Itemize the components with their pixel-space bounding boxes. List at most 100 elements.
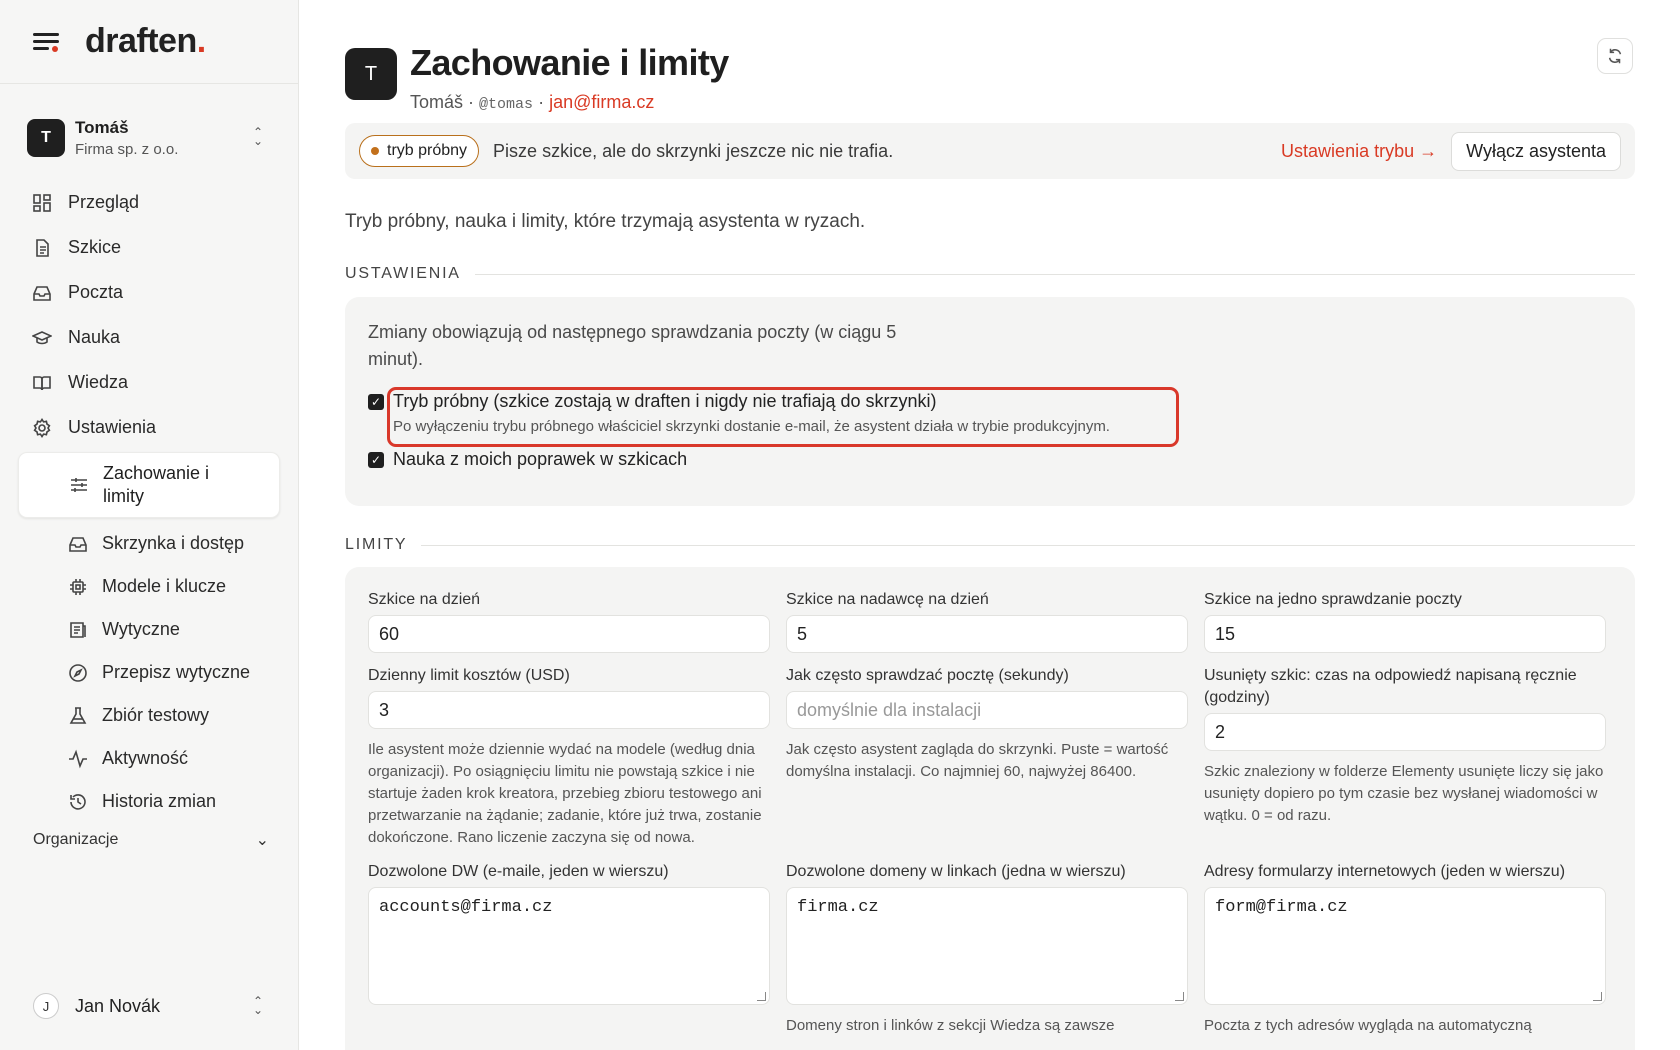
book-icon bbox=[33, 375, 51, 390]
status-dot-icon bbox=[371, 147, 379, 155]
graduation-cap-icon bbox=[32, 330, 52, 344]
limits-card: Szkice na dzień 60 Szkice na nadawcę na … bbox=[345, 567, 1635, 1050]
sidebar-subitem-historia-zmian[interactable]: Historia zmian bbox=[18, 780, 280, 823]
brand-bar: draften. bbox=[0, 0, 298, 84]
sidebar-item-przeglad[interactable]: Przegląd bbox=[18, 180, 280, 225]
account-avatar: T bbox=[27, 119, 65, 157]
sliders-icon bbox=[71, 478, 87, 492]
drafts-per-day-input[interactable]: 60 bbox=[368, 615, 770, 653]
avatar: T bbox=[345, 48, 397, 100]
sidebar-item-nauka[interactable]: Nauka bbox=[18, 315, 280, 360]
page-header: T Zachowanie i limity Tomáš · @tomas · j… bbox=[345, 42, 729, 113]
sidebar-item-label: Poczta bbox=[68, 282, 124, 302]
sidebar-item-szkice[interactable]: Szkice bbox=[18, 225, 280, 270]
field-label: Adresy formularzy internetowych (jeden w… bbox=[1204, 863, 1566, 880]
allowed-cc-textarea[interactable]: accounts@firma.cz bbox=[368, 887, 770, 1005]
page-subtitle: Tomáš · @tomas · jan@firma.cz bbox=[410, 92, 655, 113]
account-name: Tomáš bbox=[75, 118, 129, 137]
cost-limit-field: Dzienny limit kosztów (USD) 3 Ile asyste… bbox=[368, 665, 770, 849]
cost-limit-input[interactable]: 3 bbox=[368, 691, 770, 729]
sidebar-item-label: Aktywność bbox=[102, 748, 189, 768]
avatar: J bbox=[33, 993, 59, 1019]
sidebar-nav: Przegląd Szkice Poczta Nauka Wiedza Usta… bbox=[18, 180, 280, 823]
dashboard-icon bbox=[33, 193, 51, 212]
disable-assistant-button[interactable]: Wyłącz asystenta bbox=[1451, 131, 1621, 171]
field-label: Szkice na jedno sprawdzanie poczty bbox=[1204, 591, 1462, 608]
chip-icon bbox=[70, 578, 86, 595]
allowed-domains-textarea[interactable]: firma.cz bbox=[786, 887, 1188, 1005]
drafts-per-check-input[interactable]: 15 bbox=[1204, 615, 1606, 653]
sidebar-item-label: Przegląd bbox=[68, 192, 140, 212]
field-label: Szkice na dzień bbox=[368, 591, 481, 608]
logo[interactable]: draften. bbox=[85, 22, 206, 61]
user-menu[interactable]: J Jan Novák ⌃ ⌄ bbox=[33, 993, 269, 1019]
chevron-down-icon: ⌄ bbox=[255, 832, 269, 849]
sidebar-item-label: Wiedza bbox=[68, 372, 129, 392]
sidebar-subitem-modele-i-klucze[interactable]: Modele i klucze bbox=[18, 565, 280, 608]
form-addresses-help: Poczta z tych adresów wygląda na automat… bbox=[1204, 1017, 1532, 1034]
sidebar-item-wiedza[interactable]: Wiedza bbox=[18, 360, 280, 405]
form-addresses-textarea[interactable]: form@firma.cz bbox=[1204, 887, 1606, 1005]
field-label: Usunięty szkic: czas na odpowiedź napisa… bbox=[1204, 667, 1577, 706]
dry-run-option[interactable]: ✓ Tryb próbny (szkice zostają w draften … bbox=[368, 391, 1612, 435]
sidebar-item-label: Zachowanie i limity bbox=[103, 463, 210, 506]
chevron-up-down-icon: ⌃ ⌄ bbox=[252, 994, 263, 1017]
account-org: Firma sp. z o.o. bbox=[75, 141, 179, 158]
compass-icon bbox=[69, 663, 87, 682]
drafts-per-check-field: Szkice na jedno sprawdzanie poczty 15 bbox=[1204, 589, 1606, 653]
sidebar-item-label: Wytyczne bbox=[102, 619, 180, 639]
learning-checkbox[interactable]: ✓ bbox=[368, 452, 384, 468]
history-icon bbox=[70, 793, 86, 810]
dry-run-help: Po wyłączeniu trybu próbnego właściciel … bbox=[393, 418, 1110, 435]
dry-run-checkbox[interactable]: ✓ bbox=[368, 394, 384, 410]
sidebar-item-label: Ustawienia bbox=[68, 417, 157, 437]
sidebar-subitem-zachowanie-i-limity[interactable]: Zachowanie i limity bbox=[18, 452, 280, 518]
sidebar: draften. T Tomáš Firma sp. z o.o. ⌃ ⌄ Prz… bbox=[0, 0, 299, 1050]
sidebar-item-label: Nauka bbox=[68, 327, 121, 347]
field-label: Dzienny limit kosztów (USD) bbox=[368, 667, 570, 684]
settings-card: Zmiany obowiązują od następnego sprawdza… bbox=[345, 297, 1635, 506]
drafts-per-sender-field: Szkice na nadawcę na dzień 5 bbox=[786, 589, 1188, 653]
menu-icon[interactable] bbox=[33, 32, 59, 52]
sidebar-subitem-wytyczne[interactable]: Wytyczne bbox=[18, 608, 280, 651]
deleted-draft-input[interactable]: 2 bbox=[1204, 713, 1606, 751]
learning-option[interactable]: ✓ Nauka z moich poprawek w szkicach bbox=[368, 449, 1612, 470]
guidelines-icon bbox=[70, 621, 86, 638]
sidebar-item-poczta[interactable]: Poczta bbox=[18, 270, 280, 315]
inbox-icon bbox=[69, 536, 87, 552]
sidebar-subitem-aktywnosc[interactable]: Aktywność bbox=[18, 737, 280, 780]
field-label: Jak często sprawdzać pocztę (sekundy) bbox=[786, 667, 1069, 684]
poll-interval-field: Jak często sprawdzać pocztę (sekundy) do… bbox=[786, 665, 1188, 849]
sidebar-item-ustawienia[interactable]: Ustawienia bbox=[18, 405, 280, 450]
organizations-toggle[interactable]: Organizacje ⌄ bbox=[33, 830, 269, 850]
poll-interval-input[interactable]: domyślnie dla instalacji bbox=[786, 691, 1188, 729]
field-label: Szkice na nadawcę na dzień bbox=[786, 591, 989, 608]
drafts-per-sender-input[interactable]: 5 bbox=[786, 615, 1188, 653]
refresh-button[interactable] bbox=[1597, 38, 1633, 74]
cost-limit-help: Ile asystent może dziennie wydać na mode… bbox=[368, 741, 762, 846]
sidebar-subitem-przepisz-wytyczne[interactable]: Przepisz wytyczne bbox=[18, 651, 280, 694]
sidebar-item-label: Modele i klucze bbox=[102, 576, 227, 596]
allowed-domains-help: Domeny stron i linków z sekcji Wiedza są… bbox=[786, 1017, 1115, 1034]
sidebar-item-label: Zbiór testowy bbox=[102, 705, 210, 725]
poll-interval-help: Jak często asystent zagląda do skrzynki.… bbox=[786, 741, 1169, 780]
deleted-draft-help: Szkic znaleziony w folderze Elementy usu… bbox=[1204, 763, 1604, 824]
sidebar-item-label: Szkice bbox=[68, 237, 122, 257]
main-content: T Zachowanie i limity Tomáš · @tomas · j… bbox=[345, 0, 1635, 1050]
sidebar-subitem-skrzynka-i-dostep[interactable]: Skrzynka i dostęp bbox=[18, 522, 280, 565]
field-label: Dozwolone DW (e-maile, jeden w wierszu) bbox=[368, 863, 669, 880]
activity-icon bbox=[69, 749, 87, 768]
organizations-label: Organizacje bbox=[33, 831, 119, 848]
mode-settings-link[interactable]: Ustawienia trybu → bbox=[1281, 141, 1437, 162]
drafts-per-day-field: Szkice na dzień 60 bbox=[368, 589, 770, 653]
banner-text: Pisze szkice, ale do skrzynki jeszcze ni… bbox=[493, 140, 894, 161]
refresh-icon bbox=[1608, 48, 1622, 64]
chevron-up-down-icon: ⌃ ⌄ bbox=[252, 125, 263, 148]
allowed-domains-field: Dozwolone domeny w linkach (jedna w wier… bbox=[786, 861, 1188, 1037]
settings-heading: USTAWIENIA bbox=[345, 265, 1635, 283]
owner-email-link[interactable]: jan@firma.cz bbox=[549, 92, 654, 112]
sidebar-subitem-zbior-testowy[interactable]: Zbiór testowy bbox=[18, 694, 280, 737]
account-switcher[interactable]: T Tomáš Firma sp. z o.o. ⌃ ⌄ bbox=[27, 110, 273, 166]
limits-heading: LIMITY bbox=[345, 536, 1635, 554]
sidebar-item-label: Przepisz wytyczne bbox=[102, 662, 251, 682]
